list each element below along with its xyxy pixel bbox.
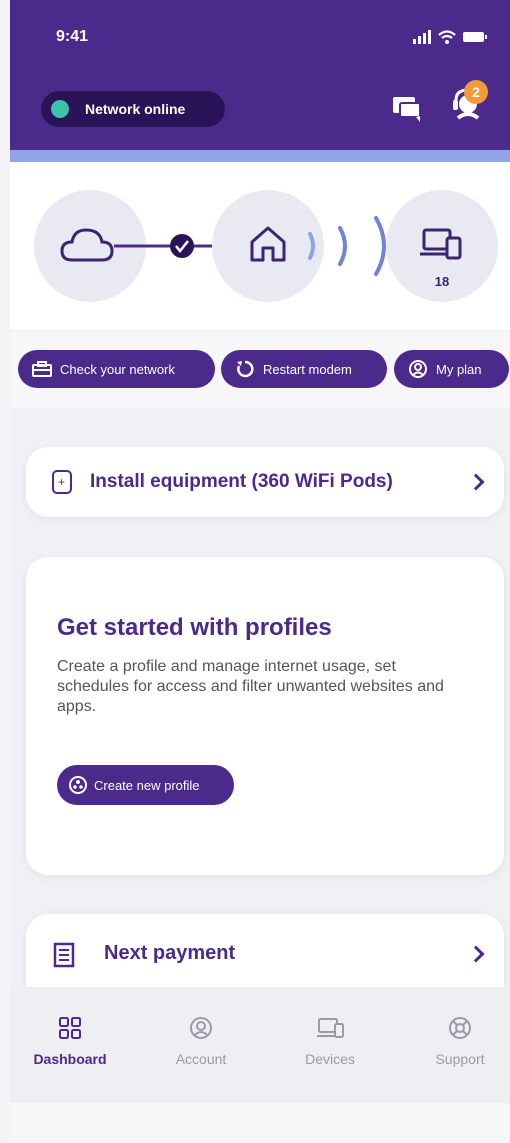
nav-dashboard-label: Dashboard (33, 1051, 107, 1067)
install-equipment-card[interactable]: + Install equipment (360 WiFi Pods) (26, 447, 504, 517)
header-accent-bar (10, 150, 510, 162)
device-count: 18 (434, 274, 450, 289)
create-profile-button[interactable]: Create new profile (57, 765, 234, 805)
check-icon (170, 234, 194, 258)
nav-devices-label: Devices (305, 1051, 355, 1067)
battery-icon (463, 32, 487, 42)
home-indicator-area (10, 1103, 510, 1143)
network-status-label: Network online (85, 101, 186, 117)
user-circle-icon (190, 1017, 212, 1039)
nav-support[interactable]: Support (410, 1015, 510, 1067)
signal-icon (413, 30, 431, 44)
nav-devices[interactable]: Devices (280, 1015, 380, 1067)
my-plan-button[interactable]: My plan (394, 350, 509, 388)
devices-icon (317, 1018, 344, 1038)
quick-actions: Check your network Restart modem My plan (10, 332, 510, 408)
nav-support-label: Support (435, 1051, 485, 1067)
nav-account-label: Account (175, 1051, 227, 1067)
my-plan-label: My plan (436, 361, 482, 377)
nav-dashboard[interactable]: Dashboard (20, 1015, 120, 1067)
user-circle-icon (409, 360, 427, 378)
status-time: 9:41 (56, 28, 89, 45)
network-status-pill[interactable]: Network online (41, 91, 225, 127)
phone-screen: 9:41 Network online 2 18 Check your netw… (10, 0, 510, 1143)
chevron-right-icon (467, 945, 485, 963)
notification-badge: 2 (464, 80, 488, 104)
grid-icon (59, 1017, 81, 1039)
bottom-navigation: Dashboard Account Devices Support (10, 987, 510, 1103)
bill-icon (53, 942, 75, 968)
toolbox-icon (32, 361, 52, 377)
add-profile-icon (69, 776, 87, 794)
add-device-icon: + (52, 470, 72, 494)
install-equipment-label: Install equipment (360 WiFi Pods) (90, 471, 393, 492)
profiles-description: Create a profile and manage internet usa… (57, 658, 444, 715)
chat-icon[interactable] (390, 92, 424, 124)
home-node[interactable] (212, 190, 324, 302)
check-network-button[interactable]: Check your network (18, 350, 215, 388)
lifebuoy-icon (449, 1017, 471, 1039)
wifi-icon (438, 30, 456, 44)
restart-icon (237, 360, 254, 378)
next-payment-label: Next payment (104, 942, 236, 964)
connection-diagram: 18 (10, 162, 510, 330)
status-icons (412, 30, 488, 44)
header: 9:41 Network online 2 (10, 0, 510, 150)
restart-modem-label: Restart modem (263, 361, 352, 377)
check-network-label: Check your network (60, 361, 175, 377)
online-indicator (51, 100, 69, 118)
chevron-right-icon (467, 473, 485, 491)
create-profile-label: Create new profile (94, 777, 200, 793)
profiles-title: Get started with profiles (57, 614, 332, 641)
nav-account[interactable]: Account (151, 1015, 251, 1067)
profiles-card: Get started with profiles Create a profi… (26, 557, 504, 875)
restart-modem-button[interactable]: Restart modem (221, 350, 387, 388)
